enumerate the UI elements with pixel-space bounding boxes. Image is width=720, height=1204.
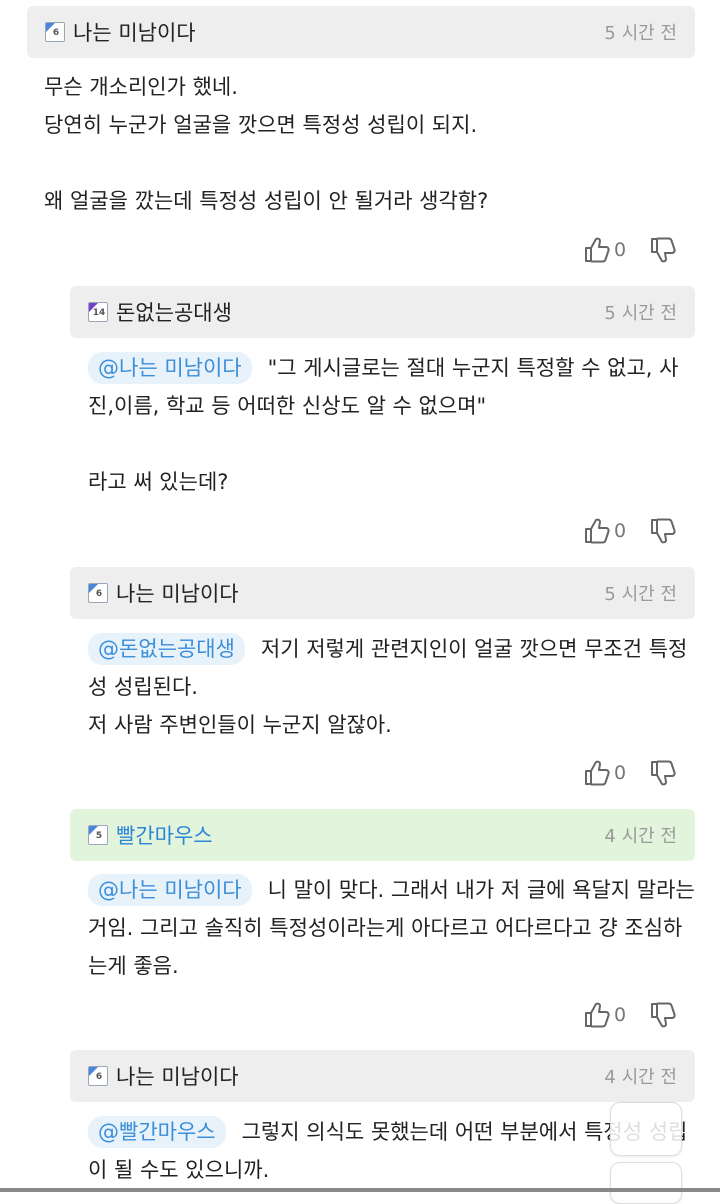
mention-tag[interactable]: @나는 미남이다 [88, 874, 252, 906]
vote-bar: 0 [584, 517, 676, 545]
thumbs-down-icon[interactable] [650, 517, 676, 545]
comment-header: 6 나는 미남이다 4 시간 전 [70, 1050, 695, 1102]
floating-action-button[interactable] [610, 1162, 682, 1204]
like-count: 0 [614, 762, 627, 784]
comment-time: 4 시간 전 [604, 1067, 677, 1088]
scroll-top-button[interactable] [610, 1102, 682, 1156]
thumbs-up-icon[interactable] [584, 759, 610, 787]
like-count: 0 [614, 520, 627, 542]
level-badge-icon: 6 [88, 1066, 108, 1086]
bottom-edge-divider [0, 1188, 720, 1192]
vote-bar: 0 [584, 759, 676, 787]
level-badge-icon: 6 [88, 583, 108, 603]
comment-header-highlighted: 5 빨간마우스 4 시간 전 [70, 809, 695, 861]
level-badge-icon: 5 [88, 825, 108, 845]
mention-tag[interactable]: @빨간마우스 [88, 1116, 226, 1148]
author-nickname[interactable]: 나는 미남이다 [116, 1061, 239, 1091]
author-nickname[interactable]: 돈없는공대생 [116, 297, 232, 327]
comment-text: @나는 미남이다 니 말이 맞다. 그래서 내가 저 글에 욕달지 말라는거임. … [88, 871, 698, 985]
comment-text: 무슨 개소리인가 했네. 당연히 누군가 얼굴을 깟으면 특정성 성립이 되지.… [44, 75, 489, 213]
comment-header: 14 돈없는공대생 5 시간 전 [70, 286, 695, 338]
mention-tag[interactable]: @돈없는공대생 [88, 633, 245, 665]
comment-time: 5 시간 전 [604, 303, 677, 324]
author-nickname[interactable]: 나는 미남이다 [116, 578, 239, 608]
comment-time: 4 시간 전 [604, 826, 677, 847]
like-count: 0 [614, 239, 627, 261]
comment-header: 6 나는 미남이다 5 시간 전 [27, 6, 695, 58]
comment-time: 5 시간 전 [604, 23, 677, 44]
mention-tag[interactable]: @나는 미남이다 [88, 352, 252, 384]
vote-bar: 0 [584, 236, 676, 264]
comment-header: 6 나는 미남이다 5 시간 전 [70, 567, 695, 619]
vote-bar: 0 [584, 1001, 676, 1029]
thumbs-down-icon[interactable] [650, 1001, 676, 1029]
level-badge-icon: 6 [45, 22, 65, 42]
thumbs-up-icon[interactable] [584, 517, 610, 545]
author-nickname[interactable]: 빨간마우스 [116, 820, 213, 850]
thumbs-down-icon[interactable] [650, 236, 676, 264]
thumbs-up-icon[interactable] [584, 1001, 610, 1029]
like-count: 0 [614, 1004, 627, 1026]
level-badge-icon: 14 [88, 302, 108, 322]
author-nickname[interactable]: 나는 미남이다 [73, 17, 196, 47]
comment-text: @돈없는공대생 저기 저렇게 관련지인이 얼굴 깟으면 무조건 특정성 성립된다.… [88, 630, 688, 744]
thumbs-down-icon[interactable] [650, 759, 676, 787]
comment-text: @나는 미남이다 "그 게시글로는 절대 누군지 특정할 수 없고, 사진,이름,… [88, 349, 688, 501]
comment-text: @빨간마우스 그렇지 의식도 못했는데 어떤 부분에서 특정성 성립이 될 수도 … [88, 1113, 688, 1189]
comment-time: 5 시간 전 [604, 584, 677, 605]
thumbs-up-icon[interactable] [584, 236, 610, 264]
